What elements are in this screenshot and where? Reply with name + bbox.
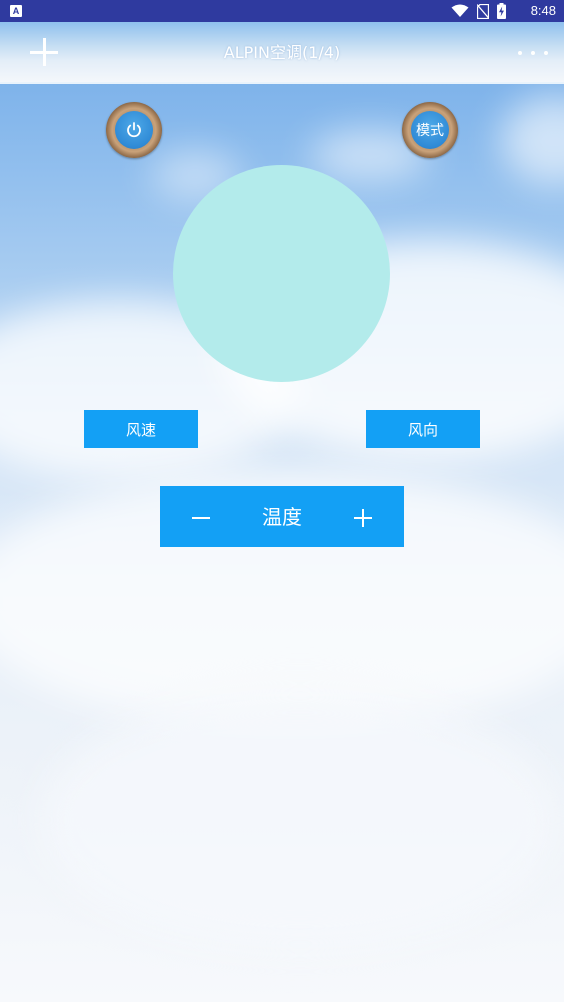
notification-icon: A bbox=[10, 5, 22, 17]
cloud-background bbox=[40, 690, 560, 950]
status-display-circle bbox=[173, 165, 390, 382]
more-dot bbox=[544, 51, 548, 55]
mode-button-label: 模式 bbox=[411, 111, 449, 149]
status-bar: A 8:48 bbox=[0, 0, 564, 22]
status-icons bbox=[451, 3, 506, 19]
more-icon[interactable] bbox=[518, 46, 548, 60]
more-dot bbox=[531, 51, 535, 55]
fan-speed-button[interactable]: 风速 bbox=[84, 410, 198, 448]
wifi-icon bbox=[451, 4, 469, 17]
fan-direction-button[interactable]: 风向 bbox=[366, 410, 480, 448]
remote-screen: A 8:48 ALPIN空调(1/4) 模式 风速 风向 温度 bbox=[0, 0, 564, 1002]
page-title: ALPIN空调(1/4) bbox=[223, 43, 341, 62]
no-sim-icon bbox=[477, 3, 489, 19]
plus-icon[interactable] bbox=[342, 496, 384, 538]
power-button-face bbox=[115, 111, 153, 149]
more-dot bbox=[518, 51, 522, 55]
temperature-control: 温度 bbox=[160, 486, 404, 547]
cloud-background bbox=[500, 95, 564, 185]
power-button[interactable] bbox=[106, 102, 162, 158]
battery-charging-icon bbox=[497, 3, 506, 19]
mode-button[interactable]: 模式 bbox=[402, 102, 458, 158]
status-time: 8:48 bbox=[530, 3, 556, 18]
title-bar: ALPIN空调(1/4) bbox=[0, 22, 564, 84]
power-icon bbox=[127, 122, 141, 138]
